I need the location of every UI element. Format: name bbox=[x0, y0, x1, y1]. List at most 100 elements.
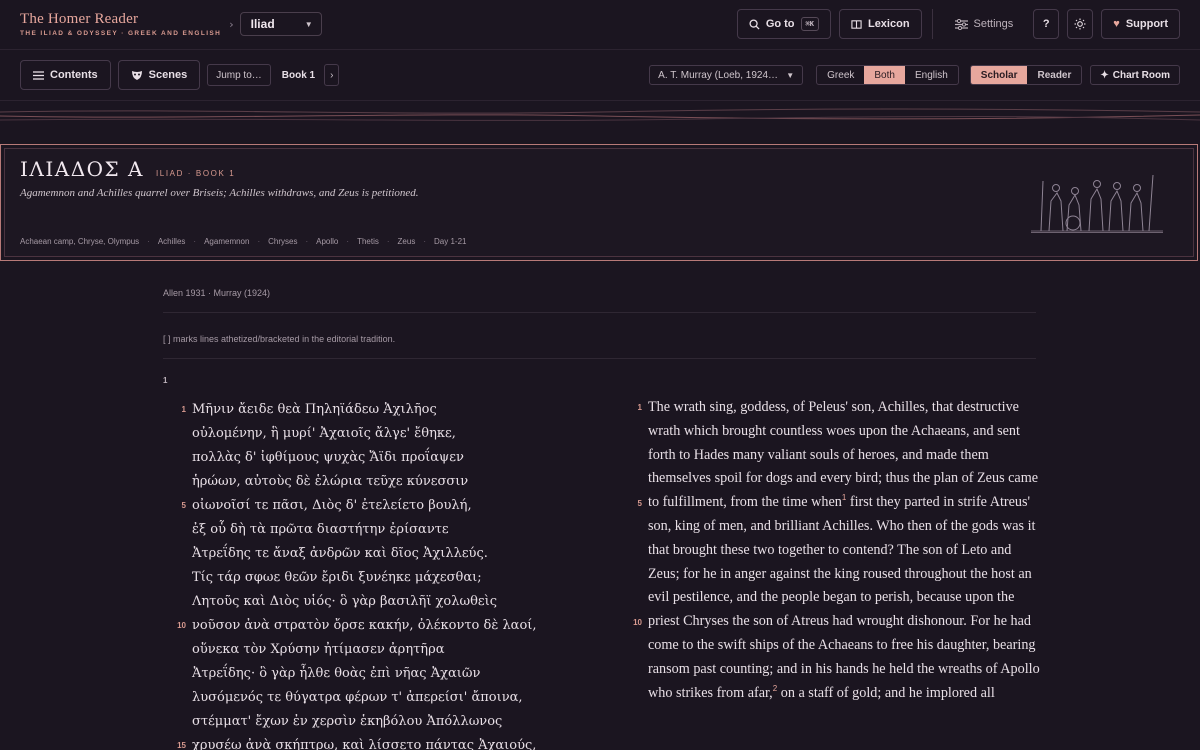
tag-zeus[interactable]: Zeus bbox=[398, 237, 416, 246]
next-book-button[interactable]: › bbox=[324, 64, 340, 86]
mask-icon bbox=[131, 70, 142, 80]
goto-button[interactable]: Go to ⌘K bbox=[736, 9, 831, 39]
line-number: 5 bbox=[181, 501, 186, 510]
book-header-card: ΙΛΙΑΔΟΣ Α ILIAD · BOOK 1 Agamemnon and A… bbox=[0, 144, 1198, 261]
tag-achilles[interactable]: Achilles bbox=[158, 237, 186, 246]
tag-setting[interactable]: Achaean camp, Chryse, Olympus bbox=[20, 237, 139, 246]
greek-line[interactable]: οὕνεκα τὸν Χρύσην ἠτίμασεν ἀρητῆρα bbox=[170, 638, 570, 662]
greek-line-text: Μῆνιν ἄειδε θεὰ Πηληϊάδεω Ἀχιλῆος bbox=[192, 402, 437, 417]
greek-line-text: ἡρώων, αὐτοὺς δὲ ἑλώρια τεῦχε κύνεσσιν bbox=[192, 474, 469, 489]
divider bbox=[931, 9, 933, 39]
greek-line[interactable]: ἐξ οὗ δὴ τὰ πρῶτα διαστήτην ἐρίσαντε bbox=[170, 518, 570, 542]
greek-line[interactable]: 10 νοῦσον ἀνὰ στρατὸν ὄρσε κακήν, ὀλέκοντ… bbox=[170, 614, 570, 638]
contents-button[interactable]: Contents bbox=[20, 60, 111, 90]
breadcrumb-separator: › bbox=[229, 17, 234, 31]
book-title: ΙΛΙΑΔΟΣ Α bbox=[20, 157, 144, 181]
chevron-right-icon: › bbox=[330, 69, 334, 81]
greek-line[interactable]: Τίς τάρ σφωε θεῶν ἔριδι ξυνέηκε μάχεσθαι… bbox=[170, 566, 570, 590]
tag-apollo[interactable]: Apollo bbox=[316, 237, 338, 246]
scenes-button[interactable]: Scenes bbox=[117, 60, 201, 90]
scenes-label: Scenes bbox=[148, 69, 188, 81]
goto-shortcut: ⌘K bbox=[800, 17, 819, 31]
lang-option-greek[interactable]: Greek bbox=[817, 66, 864, 84]
english-text-column: 1 5 10 The wrath sing, goddess, of Peleu… bbox=[630, 396, 1040, 705]
theme-toggle-button[interactable] bbox=[1067, 9, 1094, 39]
settings-label: Settings bbox=[973, 18, 1014, 30]
jump-to-button[interactable]: Jump to… bbox=[207, 64, 271, 86]
greek-line-text: λυσόμενός τε θύγατρα φέρων τ' ἀπερείσι' … bbox=[192, 690, 523, 705]
book-tags: Achaean camp, Chryse, Olympus · Achilles… bbox=[20, 237, 467, 246]
tag-days: Day 1-21 bbox=[434, 237, 467, 246]
lexicon-label: Lexicon bbox=[867, 18, 910, 30]
greek-line-text: πολλὰς δ' ἰφθίμους ψυχὰς Ἄϊδι προΐαψεν bbox=[192, 450, 464, 465]
english-text-part: first they parted in strife Atreus' son,… bbox=[648, 494, 1040, 701]
help-button[interactable]: ? bbox=[1033, 9, 1060, 39]
tag-thetis[interactable]: Thetis bbox=[357, 237, 379, 246]
search-icon bbox=[749, 18, 760, 30]
tag-chryses[interactable]: Chryses bbox=[268, 237, 297, 246]
greek-line-text: Ἀτρεΐδης· ὃ γὰρ ἦλθε θοὰς ἐπὶ νῆας Ἀχαιῶ… bbox=[192, 666, 481, 681]
greek-line[interactable]: λυσόμενός τε θύγατρα φέρων τ' ἀπερείσι' … bbox=[170, 686, 570, 710]
settings-button[interactable]: Settings bbox=[943, 9, 1026, 39]
greek-line[interactable]: ἡρώων, αὐτοὺς δὲ ἑλώρια τεῦχε κύνεσσιν bbox=[170, 470, 570, 494]
book-icon bbox=[851, 19, 862, 29]
chevron-down-icon: ▼ bbox=[786, 70, 795, 80]
contents-label: Contents bbox=[50, 69, 98, 81]
work-select[interactable]: Iliad ▼ bbox=[239, 12, 322, 36]
jump-to-label: Jump to… bbox=[216, 69, 262, 81]
greek-line[interactable]: 1 Μῆνιν ἄειδε θεὰ Πηληϊάδεω Ἀχιλῆος bbox=[170, 398, 570, 422]
chart-room-button[interactable]: ✦ Chart Room bbox=[1090, 65, 1180, 85]
support-button[interactable]: ♥ Support bbox=[1101, 9, 1180, 39]
mode-option-reader[interactable]: Reader bbox=[1027, 66, 1081, 84]
greek-line-text: οὐλομένην, ἣ μυρί' Ἀχαιοῖς ἄλγε' ἔθηκε, bbox=[192, 426, 456, 441]
greek-line[interactable]: πολλὰς δ' ἰφθίμους ψυχὰς Ἄϊδι προΐαψεν bbox=[170, 446, 570, 470]
brand-subtitle: THE ILIAD & ODYSSEY · GREEK AND ENGLISH bbox=[20, 30, 222, 37]
mode-option-scholar[interactable]: Scholar bbox=[970, 66, 1028, 84]
menu-icon bbox=[33, 70, 44, 80]
book-subtitle: ILIAD · BOOK 1 bbox=[155, 169, 236, 178]
greek-line-text: στέμματ' ἔχων ἐν χερσὶν ἑκηβόλου Ἀπόλλων… bbox=[192, 714, 503, 729]
lang-option-english[interactable]: English bbox=[905, 66, 958, 84]
lexicon-button[interactable]: Lexicon bbox=[838, 9, 922, 39]
greek-line[interactable]: Λητοῦς καὶ Διὸς υἱός· ὃ γὰρ βασιλῆϊ χολω… bbox=[170, 590, 570, 614]
section-number: 1 bbox=[163, 376, 168, 385]
brand[interactable]: The Homer Reader THE ILIAD & ODYSSEY · G… bbox=[20, 11, 221, 37]
lang-option-both[interactable]: Both bbox=[864, 66, 905, 84]
reader-toolbar: Contents Scenes Jump to… Book 1 › A. T. … bbox=[0, 49, 1200, 101]
greek-line-text: Λητοῦς καὶ Διὸς υἱός· ὃ γὰρ βασιλῆϊ χολω… bbox=[192, 594, 498, 609]
greek-line[interactable]: 5 οἰωνοῖσί τε πᾶσι, Διὸς δ' ἐτελείετο βου… bbox=[170, 494, 570, 518]
greek-line-text: νοῦσον ἀνὰ στρατὸν ὄρσε κακήν, ὀλέκοντο … bbox=[192, 618, 537, 633]
greek-line-text: οὕνεκα τὸν Χρύσην ἠτίμασεν ἀρητῆρα bbox=[192, 642, 445, 657]
bracket-note: [ ] marks lines athetized/bracketed in t… bbox=[163, 334, 1036, 359]
top-bar: The Homer Reader THE ILIAD & ODYSSEY · G… bbox=[0, 0, 1200, 48]
mode-toggle: Scholar Reader bbox=[969, 65, 1083, 85]
translation-value: A. T. Murray (Loeb, 1924… bbox=[658, 69, 779, 81]
greek-line-text: Τίς τάρ σφωε θεῶν ἔριδι ξυνέηκε μάχεσθαι… bbox=[192, 570, 482, 585]
line-number: 1 bbox=[637, 403, 642, 412]
greek-line[interactable]: Ἀτρεΐδης τε ἄναξ ἀνδρῶν καὶ δῖος Ἀχιλλεύ… bbox=[170, 542, 570, 566]
vase-painting-illustration bbox=[1031, 174, 1163, 233]
greek-line[interactable]: οὐλομένην, ἣ μυρί' Ἀχαιοῖς ἄλγε' ἔθηκε, bbox=[170, 422, 570, 446]
book-description: Agamemnon and Achilles quarrel over Bris… bbox=[20, 187, 419, 199]
greek-line[interactable]: 15 χρυσέῳ ἀνὰ σκήπτρῳ, καὶ λίσσετο πάντας… bbox=[170, 734, 570, 750]
greek-line[interactable]: στέμματ' ἔχων ἐν χερσὶν ἑκηβόλου Ἀπόλλων… bbox=[170, 710, 570, 734]
greek-line[interactable]: Ἀτρεΐδης· ὃ γὰρ ἦλθε θοὰς ἐπὶ νῆας Ἀχαιῶ… bbox=[170, 662, 570, 686]
translation-select[interactable]: A. T. Murray (Loeb, 1924… ▼ bbox=[649, 65, 804, 85]
english-text-part: on a staff of gold; and he implored all bbox=[777, 684, 995, 701]
chevron-down-icon: ▼ bbox=[304, 19, 313, 29]
line-number: 15 bbox=[177, 741, 186, 750]
tag-agamemnon[interactable]: Agamemnon bbox=[204, 237, 249, 246]
wave-divider bbox=[0, 108, 1200, 121]
greek-line-text: ἐξ οὗ δὴ τὰ πρῶτα διαστήτην ἐρίσαντε bbox=[192, 522, 449, 537]
brand-title[interactable]: The Homer Reader bbox=[20, 11, 221, 28]
sun-icon bbox=[1074, 18, 1086, 30]
chart-room-label: Chart Room bbox=[1112, 69, 1170, 81]
help-label: ? bbox=[1042, 18, 1050, 30]
work-select-value: Iliad bbox=[250, 17, 275, 31]
sliders-icon bbox=[954, 18, 968, 30]
line-number: 10 bbox=[177, 621, 186, 630]
greek-text-column: 1 Μῆνιν ἄειδε θεὰ Πηληϊάδεω Ἀχιλῆος οὐλομ… bbox=[170, 398, 570, 750]
support-label: Support bbox=[1125, 18, 1168, 30]
heart-icon: ♥ bbox=[1113, 18, 1120, 30]
language-toggle: Greek Both English bbox=[816, 65, 959, 85]
